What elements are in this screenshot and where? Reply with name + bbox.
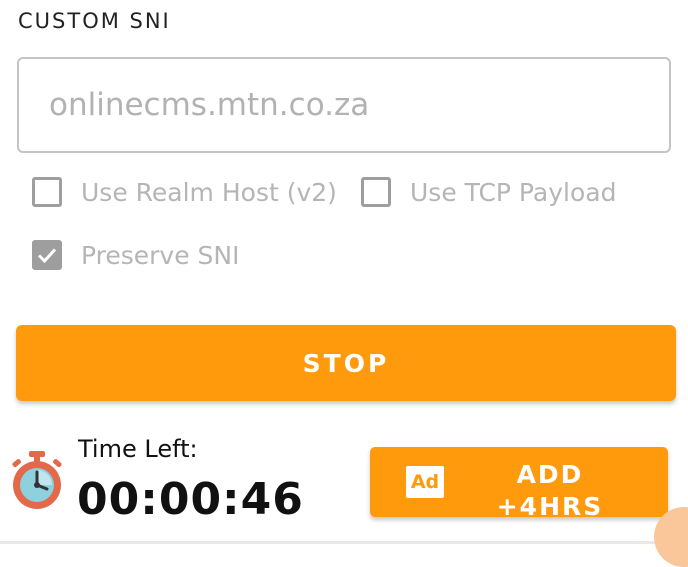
preserve-sni-label: Preserve SNI xyxy=(81,240,240,270)
preserve-sni-option[interactable]: Preserve SNI xyxy=(32,240,240,270)
add-time-label-line1: ADD xyxy=(516,460,584,489)
stopwatch-icon xyxy=(12,451,62,509)
tcp-payload-option[interactable]: Use TCP Payload xyxy=(361,177,616,207)
custom-sni-title: CUSTOM SNI xyxy=(18,9,171,33)
custom-sni-input[interactable] xyxy=(17,57,671,153)
checkmark-icon xyxy=(37,248,57,264)
realm-host-label: Use Realm Host (v2) xyxy=(81,177,337,207)
tcp-payload-checkbox[interactable] xyxy=(361,177,391,207)
time-left-value: 00:00:46 xyxy=(77,474,304,525)
preserve-sni-checkbox[interactable] xyxy=(32,240,62,270)
ad-badge: Ad xyxy=(406,466,444,498)
realm-host-option[interactable]: Use Realm Host (v2) xyxy=(32,177,337,207)
tcp-payload-label: Use TCP Payload xyxy=(410,177,617,207)
add-time-label-line2: +4HRS xyxy=(496,492,604,517)
stop-button[interactable]: STOP xyxy=(16,325,676,401)
add-time-label: ADD +4HRS xyxy=(480,459,620,517)
stop-button-label: STOP xyxy=(302,348,390,378)
add-time-button[interactable]: Ad ADD +4HRS xyxy=(370,447,668,517)
realm-host-checkbox[interactable] xyxy=(32,177,62,207)
time-left-label: Time Left: xyxy=(78,435,198,463)
